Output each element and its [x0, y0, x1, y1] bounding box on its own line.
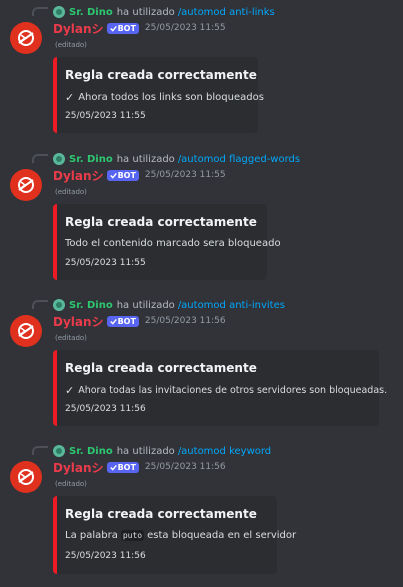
- reply-verb: ha utilizado: [116, 6, 175, 18]
- embed: Regla creada correctamente La palabra pu…: [53, 496, 296, 574]
- reply-username[interactable]: Sr. Dino: [69, 7, 113, 18]
- embed-footer: 25/05/2023 11:55: [65, 111, 146, 121]
- author-name[interactable]: Dylanシ: [53, 167, 104, 184]
- reply-username[interactable]: Sr. Dino: [69, 154, 113, 165]
- bot-badge: BOT: [106, 22, 139, 34]
- avatar[interactable]: [10, 461, 42, 493]
- reply-avatar[interactable]: [53, 6, 65, 18]
- reply-verb: ha utilizado: [116, 299, 175, 311]
- embed-title: Regla creada correctamente: [65, 361, 257, 375]
- embed-description: La palabra puto esta bloqueada en el ser…: [65, 530, 297, 541]
- edited-label: (editado): [55, 334, 87, 342]
- edited-label: (editado): [55, 188, 87, 196]
- reply-avatar[interactable]: [53, 299, 65, 311]
- reply-command[interactable]: /automod anti-invites: [178, 300, 285, 311]
- reply-spine: [32, 300, 48, 309]
- reply-avatar[interactable]: [53, 153, 65, 165]
- no-symbol-icon: [18, 469, 34, 485]
- message-header: Dylanシ BOT 25/05/2023 11:56: [53, 313, 226, 329]
- bot-badge: BOT: [106, 461, 139, 473]
- message-4: Sr. Dino ha utilizado /automod keyword D…: [0, 439, 403, 587]
- check-icon: ✓: [65, 384, 75, 397]
- embed: Regla creada correctamente ✓ Ahora todas…: [53, 350, 387, 426]
- reply-command[interactable]: /automod anti-links: [178, 7, 275, 18]
- reply-username[interactable]: Sr. Dino: [69, 300, 113, 311]
- embed-title: Regla creada correctamente: [65, 215, 257, 229]
- no-symbol-icon: [18, 177, 34, 193]
- reply-reference[interactable]: Sr. Dino ha utilizado /automod keyword: [53, 443, 271, 459]
- embed-title: Regla creada correctamente: [65, 68, 257, 82]
- message-1: Sr. Dino ha utilizado /automod anti-link…: [0, 0, 403, 140]
- bot-badge: BOT: [106, 315, 139, 327]
- reply-spine: [32, 7, 48, 16]
- timestamp[interactable]: 25/05/2023 11:55: [145, 170, 226, 180]
- message-header: Dylanシ BOT 25/05/2023 11:55: [53, 20, 226, 36]
- reply-command[interactable]: /automod keyword: [178, 446, 271, 457]
- reply-command[interactable]: /automod flagged-words: [178, 154, 300, 165]
- reply-avatar[interactable]: [53, 445, 65, 457]
- reply-reference[interactable]: Sr. Dino ha utilizado /automod anti-link…: [53, 4, 275, 20]
- embed-footer: 25/05/2023 11:56: [65, 551, 146, 561]
- reply-spine: [32, 446, 48, 455]
- embed-footer: 25/05/2023 11:55: [65, 258, 146, 268]
- author-name[interactable]: Dylanシ: [53, 20, 104, 37]
- timestamp[interactable]: 25/05/2023 11:55: [145, 23, 226, 33]
- embed: Regla creada correctamente Todo el conte…: [53, 204, 281, 280]
- no-symbol-icon: [18, 30, 34, 46]
- edited-label: (editado): [55, 41, 87, 49]
- reply-verb: ha utilizado: [116, 153, 175, 165]
- message-header: Dylanシ BOT 25/05/2023 11:56: [53, 459, 226, 475]
- verified-check-icon: [109, 25, 117, 32]
- verified-check-icon: [109, 464, 117, 471]
- reply-reference[interactable]: Sr. Dino ha utilizado /automod anti-invi…: [53, 297, 285, 313]
- verified-check-icon: [109, 172, 117, 179]
- embed-description: ✓ Ahora todas las invitaciones de otros …: [65, 384, 388, 397]
- timestamp[interactable]: 25/05/2023 11:56: [145, 316, 226, 326]
- reply-username[interactable]: Sr. Dino: [69, 446, 113, 457]
- verified-check-icon: [109, 318, 117, 325]
- author-name[interactable]: Dylanシ: [53, 313, 104, 330]
- embed-footer: 25/05/2023 11:56: [65, 404, 146, 414]
- inline-code: puto: [120, 530, 145, 541]
- avatar[interactable]: [10, 22, 42, 54]
- avatar[interactable]: [10, 169, 42, 201]
- no-symbol-icon: [18, 323, 34, 339]
- embed-title: Regla creada correctamente: [65, 507, 257, 521]
- message-2: Sr. Dino ha utilizado /automod flagged-w…: [0, 147, 403, 287]
- message-header: Dylanシ BOT 25/05/2023 11:55: [53, 167, 226, 183]
- embed-description: Todo el contenido marcado sera bloqueado: [65, 238, 281, 249]
- bot-badge: BOT: [106, 169, 139, 181]
- embed-description: ✓ Ahora todos los links son bloqueados: [65, 91, 264, 104]
- check-icon: ✓: [65, 91, 75, 104]
- edited-label: (editado): [55, 480, 87, 488]
- reply-verb: ha utilizado: [116, 445, 175, 457]
- message-3: Sr. Dino ha utilizado /automod anti-invi…: [0, 293, 403, 433]
- reply-spine: [32, 154, 48, 163]
- author-name[interactable]: Dylanシ: [53, 459, 104, 476]
- embed: Regla creada correctamente ✓ Ahora todos…: [53, 57, 264, 133]
- reply-reference[interactable]: Sr. Dino ha utilizado /automod flagged-w…: [53, 151, 300, 167]
- timestamp[interactable]: 25/05/2023 11:56: [145, 462, 226, 472]
- avatar[interactable]: [10, 315, 42, 347]
